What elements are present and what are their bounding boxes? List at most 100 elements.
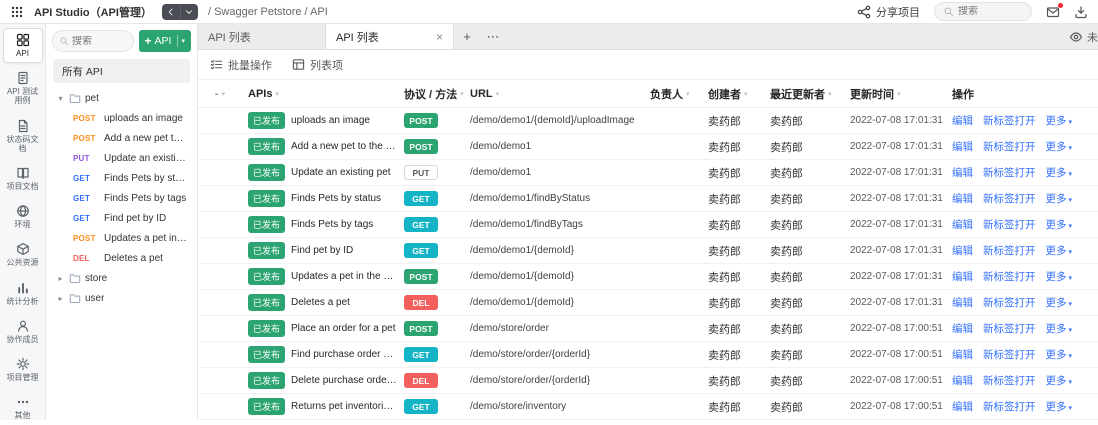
nav-item-resources[interactable]: 公共资源 xyxy=(3,237,43,272)
edit-link[interactable]: 编辑 xyxy=(952,347,973,362)
table-row[interactable]: 已发布 Finds Pets by status GET/demo/demo1/fi… xyxy=(198,186,1098,212)
sidebar-search[interactable] xyxy=(52,30,134,52)
nav-item-environment[interactable]: 环境 xyxy=(3,199,43,234)
caret-down-icon[interactable]: ▾ xyxy=(181,37,185,45)
share-project-button[interactable]: 分享项目 xyxy=(857,4,920,20)
table-row[interactable]: 已发布 Find purchase order by ID GET/demo/sto… xyxy=(198,342,1098,368)
tree-folder-user[interactable]: ▸ user xyxy=(50,288,193,308)
tree-api-item[interactable]: GET Finds Pets by status xyxy=(50,168,193,188)
more-link[interactable]: 更多 ▾ xyxy=(1046,191,1073,206)
nav-item-status-docs[interactable]: 状态码文档 xyxy=(3,114,43,158)
tree-api-item[interactable]: GET Finds Pets by tags xyxy=(50,188,193,208)
table-row[interactable]: 已发布 uploads an image POST/demo/demo1/{demo… xyxy=(198,108,1098,134)
table-row[interactable]: 已发布 Updates a pet in the store ... POST/de… xyxy=(198,264,1098,290)
edit-link[interactable]: 编辑 xyxy=(952,295,973,310)
nav-item-project-settings[interactable]: 项目管理 xyxy=(3,352,43,387)
edit-link[interactable]: 编辑 xyxy=(952,399,973,414)
edit-link[interactable]: 编辑 xyxy=(952,191,973,206)
edit-link[interactable]: 编辑 xyxy=(952,165,973,180)
more-link[interactable]: 更多 ▾ xyxy=(1046,243,1073,258)
table-row[interactable]: 已发布 Add a new pet to the store POST/demo/d… xyxy=(198,134,1098,160)
edit-link[interactable]: 编辑 xyxy=(952,139,973,154)
tab-api-list[interactable]: API 列表 xyxy=(198,24,326,49)
open-new-tab-link[interactable]: 新标签打开 xyxy=(983,113,1036,128)
open-new-tab-link[interactable]: 新标签打开 xyxy=(983,321,1036,336)
close-icon[interactable]: × xyxy=(436,30,443,44)
more-link[interactable]: 更多 ▾ xyxy=(1046,295,1073,310)
table-row[interactable]: 已发布 Delete purchase order by ID DEL/demo/s… xyxy=(198,368,1098,394)
all-api-item[interactable]: 所有 API xyxy=(53,59,190,83)
tree-api-item[interactable]: POST uploads an image xyxy=(50,108,193,128)
more-link[interactable]: 更多 ▾ xyxy=(1046,399,1073,414)
nav-item-analytics[interactable]: 统计分析 xyxy=(3,276,43,311)
column-header-url[interactable]: URL ▾ xyxy=(464,88,644,100)
back-button[interactable] xyxy=(162,4,180,20)
column-header-creator[interactable]: 创建者 ▾ xyxy=(702,86,764,102)
edit-link[interactable]: 编辑 xyxy=(952,113,973,128)
nav-item-project-docs[interactable]: 项目文档 xyxy=(3,161,43,196)
table-row[interactable]: 已发布 Place an order for a pet POST/demo/sto… xyxy=(198,316,1098,342)
caret-right-icon[interactable]: ▸ xyxy=(56,294,65,303)
download-button[interactable] xyxy=(1074,5,1088,19)
more-link[interactable]: 更多 ▾ xyxy=(1046,269,1073,284)
nav-item-members[interactable]: 协作成员 xyxy=(3,314,43,349)
more-link[interactable]: 更多 ▾ xyxy=(1046,321,1073,336)
tab-overflow-button[interactable]: ⋯ xyxy=(480,24,506,49)
edit-link[interactable]: 编辑 xyxy=(952,321,973,336)
caret-right-icon[interactable]: ▸ xyxy=(56,274,65,283)
open-new-tab-link[interactable]: 新标签打开 xyxy=(983,399,1036,414)
open-new-tab-link[interactable]: 新标签打开 xyxy=(983,165,1036,180)
table-row[interactable]: 已发布 Update an existing pet PUT/demo/demo1 卖… xyxy=(198,160,1098,186)
open-new-tab-link[interactable]: 新标签打开 xyxy=(983,269,1036,284)
more-link[interactable]: 更多 ▾ xyxy=(1046,373,1073,388)
open-new-tab-link[interactable]: 新标签打开 xyxy=(983,373,1036,388)
nav-item-test-cases[interactable]: API 测试用例 xyxy=(3,66,43,110)
breadcrumb[interactable]: / Swagger Petstore / API xyxy=(208,6,328,18)
select-all-dropdown[interactable]: - ▾ xyxy=(198,88,242,100)
nav-item-api[interactable]: API xyxy=(2,28,43,64)
list-columns-button[interactable]: 列表项 xyxy=(292,57,343,73)
tree-api-item[interactable]: POSTUpdates a pet in the store ... xyxy=(50,228,193,248)
open-new-tab-link[interactable]: 新标签打开 xyxy=(983,243,1036,258)
edit-link[interactable]: 编辑 xyxy=(952,373,973,388)
column-header-updater[interactable]: 最近更新者 ▾ xyxy=(764,86,844,102)
tree-api-item[interactable]: DEL Deletes a pet xyxy=(50,248,193,268)
tree-api-item[interactable]: GET Find pet by ID xyxy=(50,208,193,228)
more-link[interactable]: 更多 ▾ xyxy=(1046,165,1073,180)
eye-icon[interactable] xyxy=(1069,30,1083,44)
table-row[interactable]: 已发布 Find pet by ID GET/demo/demo1/{demoId}… xyxy=(198,238,1098,264)
edit-link[interactable]: 编辑 xyxy=(952,243,973,258)
tree-folder-pet[interactable]: ▾ pet xyxy=(50,88,193,108)
open-new-tab-link[interactable]: 新标签打开 xyxy=(983,295,1036,310)
open-new-tab-link[interactable]: 新标签打开 xyxy=(983,217,1036,232)
table-row[interactable]: 已发布 Returns pet inventories by ... GET/dem… xyxy=(198,394,1098,420)
caret-down-icon[interactable]: ▾ xyxy=(56,94,65,103)
table-row[interactable]: 已发布 Finds Pets by tags GET/demo/demo1/find… xyxy=(198,212,1098,238)
tab-api-list[interactable]: API 列表 × xyxy=(326,24,454,49)
open-new-tab-link[interactable]: 新标签打开 xyxy=(983,191,1036,206)
table-row[interactable]: 已发布 Deletes a pet DEL/demo/demo1/{demoId} 卖… xyxy=(198,290,1098,316)
new-tab-button[interactable]: + xyxy=(454,24,480,49)
open-new-tab-link[interactable]: 新标签打开 xyxy=(983,139,1036,154)
open-new-tab-link[interactable]: 新标签打开 xyxy=(983,347,1036,362)
batch-actions-button[interactable]: 批量操作 xyxy=(210,57,272,73)
tree-folder-store[interactable]: ▸ store xyxy=(50,268,193,288)
add-api-button[interactable]: + API ▾ xyxy=(138,30,191,52)
history-dropdown-button[interactable] xyxy=(179,3,198,20)
tree-api-item[interactable]: PUTUpdate an existing pet xyxy=(50,148,193,168)
column-header-owner[interactable]: 负责人 ▾ xyxy=(644,86,702,102)
topbar-search-input[interactable] xyxy=(958,6,1020,17)
column-header-method[interactable]: 协议 / 方法 ▾ xyxy=(398,86,464,102)
app-grid-icon[interactable] xyxy=(10,5,24,19)
more-link[interactable]: 更多 ▾ xyxy=(1046,347,1073,362)
sidebar-search-input[interactable] xyxy=(72,35,127,47)
column-header-apis[interactable]: APIs ▾ xyxy=(242,88,398,100)
more-link[interactable]: 更多 ▾ xyxy=(1046,113,1073,128)
edit-link[interactable]: 编辑 xyxy=(952,269,973,284)
notifications-button[interactable] xyxy=(1046,2,1063,19)
tree-api-item[interactable]: POSTAdd a new pet to the store xyxy=(50,128,193,148)
more-link[interactable]: 更多 ▾ xyxy=(1046,217,1073,232)
more-link[interactable]: 更多 ▾ xyxy=(1046,139,1073,154)
topbar-search[interactable] xyxy=(934,2,1032,21)
column-header-updated[interactable]: 更新时间 ▾ xyxy=(844,86,946,102)
